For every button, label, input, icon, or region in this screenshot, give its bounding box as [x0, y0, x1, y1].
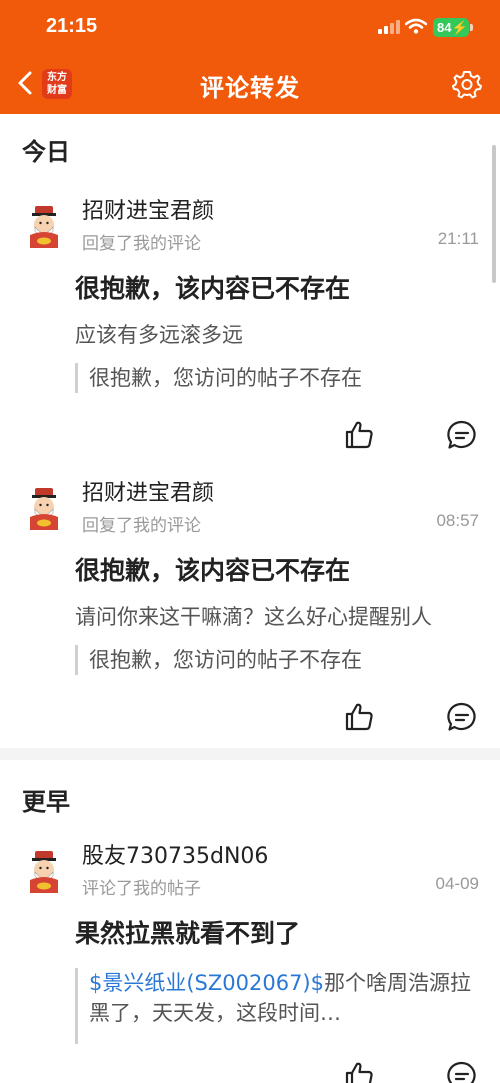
reply-text[interactable]: 应该有多远滚多远	[75, 319, 480, 349]
quoted-text: 很抱歉，您访问的帖子不存在	[89, 648, 362, 672]
comment-bubble-icon[interactable]	[446, 419, 478, 451]
timestamp: 04-09	[435, 874, 479, 893]
quoted-text: 很抱歉，您访问的帖子不存在	[89, 366, 362, 390]
wifi-icon	[405, 18, 427, 34]
notification-item[interactable]: 招财进宝君颜 回复了我的评论 08:57 很抱歉，该内容已不存在 请问你来这干嘛…	[0, 475, 500, 745]
section-divider	[0, 748, 500, 760]
stock-link[interactable]: $景兴纸业(SZ002067)$	[89, 971, 324, 995]
quoted-post[interactable]: 很抱歉，您访问的帖子不存在	[75, 645, 480, 675]
comment-bubble-icon[interactable]	[446, 1060, 478, 1083]
action-text: 回复了我的评论	[82, 516, 201, 536]
notification-item[interactable]: 招财进宝君颜 回复了我的评论 21:11 很抱歉，该内容已不存在 应该有多远滚多…	[0, 193, 500, 463]
page-title: 评论转发	[200, 74, 300, 102]
section-title-today: 今日	[22, 138, 70, 166]
battery-tip	[470, 24, 473, 31]
headline[interactable]: 果然拉黑就看不到了	[75, 914, 300, 950]
username[interactable]: 招财进宝君颜	[82, 475, 214, 507]
status-bar: 21:15 84⚡	[0, 0, 500, 52]
username[interactable]: 招财进宝君颜	[82, 193, 214, 225]
battery-level: 84	[437, 20, 452, 35]
gear-icon[interactable]	[452, 69, 482, 99]
notification-item[interactable]: 股友730735dN06 评论了我的帖子 04-09 果然拉黑就看不到了 $景兴…	[0, 838, 500, 1083]
avatar[interactable]	[24, 487, 64, 531]
thumbs-up-icon[interactable]	[343, 419, 375, 451]
thumbs-up-icon[interactable]	[343, 1060, 375, 1083]
timestamp: 21:11	[437, 229, 479, 248]
username[interactable]: 股友730735dN06	[82, 838, 268, 870]
action-text: 回复了我的评论	[82, 234, 201, 254]
timestamp: 08:57	[436, 511, 479, 530]
section-title-earlier: 更早	[22, 788, 70, 816]
avatar[interactable]	[24, 850, 64, 894]
nav-bar: 东方 财富 评论转发	[0, 52, 500, 114]
quoted-post[interactable]: $景兴纸业(SZ002067)$那个啥周浩源拉黑了，天天发，这段时间…	[75, 968, 480, 1044]
action-text: 评论了我的帖子	[82, 879, 201, 899]
reply-text[interactable]: 请问你来这干嘛滴？这么好心提醒别人	[75, 601, 480, 631]
quoted-post[interactable]: 很抱歉，您访问的帖子不存在	[75, 363, 480, 393]
status-time: 21:15	[46, 15, 98, 37]
cellular-signal-icon	[378, 20, 400, 34]
thumbs-up-icon[interactable]	[343, 701, 375, 733]
avatar[interactable]	[24, 205, 64, 249]
headline[interactable]: 很抱歉，该内容已不存在	[75, 269, 350, 305]
comment-bubble-icon[interactable]	[446, 701, 478, 733]
battery-icon: 84⚡	[433, 18, 469, 37]
headline[interactable]: 很抱歉，该内容已不存在	[75, 551, 350, 587]
